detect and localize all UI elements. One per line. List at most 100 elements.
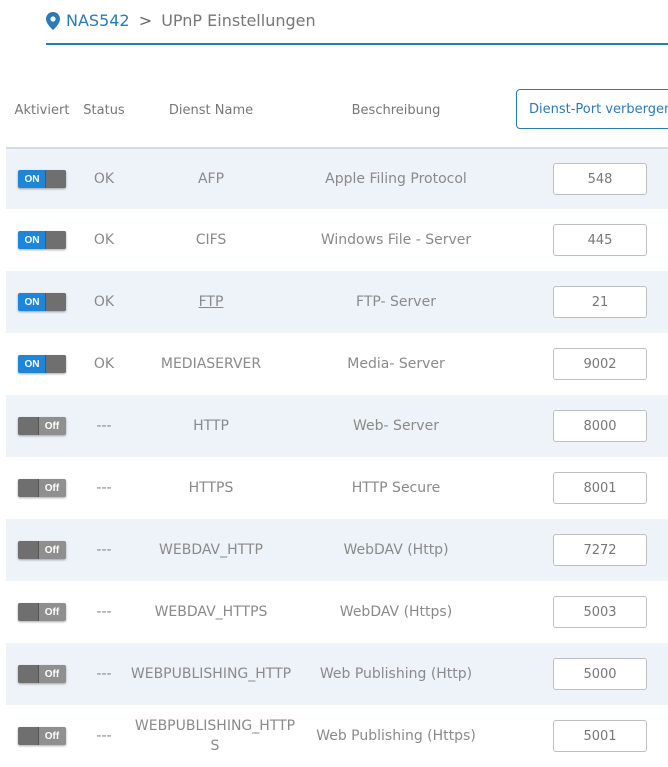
table-row: Off --- WEBPUBLISHING_HTTPS Web Publishing … — [6, 705, 668, 767]
service-description: Web- Server — [353, 418, 439, 434]
port-input[interactable]: 8001 — [553, 472, 647, 504]
table-row: ON OK FTP FTP- Server 21 — [6, 271, 668, 333]
table-row: Off --- WEBPUBLISHING_HTTP Web Publishing (… — [6, 643, 668, 705]
toggle-label: Off — [44, 420, 60, 432]
service-name[interactable]: FTP — [130, 271, 292, 333]
table-row: ON OK MEDIASERVER Media- Server 9002 — [6, 333, 668, 395]
toggle-label: Off — [44, 730, 60, 742]
table-row: Off --- HTTPS HTTP Secure 8001 — [6, 457, 668, 519]
port-input[interactable]: 21 — [553, 286, 647, 318]
toggle-knob — [18, 603, 39, 621]
service-name: HTTPS — [188, 480, 234, 496]
status-text: OK — [93, 356, 115, 372]
enabled-cell: Off — [6, 643, 78, 705]
breadcrumb-separator: > — [138, 11, 153, 30]
column-header-status: Status — [83, 102, 125, 118]
service-toggle[interactable]: Off — [18, 603, 66, 621]
status-text: --- — [96, 728, 112, 744]
toggle-label: ON — [24, 296, 40, 308]
service-description: HTTP Secure — [351, 480, 441, 496]
table-row: Off --- WEBDAV_HTTPS WebDAV (Https) 5003 — [6, 581, 668, 643]
status-text: --- — [96, 666, 112, 682]
service-toggle[interactable]: Off — [18, 541, 66, 559]
port-input[interactable]: 9002 — [553, 348, 647, 380]
status-text: OK — [93, 171, 115, 187]
toggle-knob — [18, 417, 39, 435]
port-cell: 21 — [553, 271, 647, 333]
service-description: FTP- Server — [356, 294, 436, 310]
service-description: WebDAV (Http) — [343, 542, 449, 558]
port-input[interactable]: 5003 — [553, 596, 647, 628]
service-toggle[interactable]: Off — [18, 727, 66, 745]
port-cell: 8001 — [553, 457, 647, 519]
enabled-cell: Off — [6, 705, 78, 767]
service-name: AFP — [197, 171, 225, 187]
hide-service-port-button[interactable]: Dienst-Port verbergen — [516, 89, 668, 129]
service-description: Windows File - Server — [320, 232, 472, 248]
toggle-label: Off — [44, 482, 60, 494]
table-row: Off --- HTTP Web- Server 8000 — [6, 395, 668, 457]
status-text: --- — [96, 604, 112, 620]
service-toggle[interactable]: ON — [18, 231, 66, 249]
status-text: --- — [96, 418, 112, 434]
port-input[interactable]: 8000 — [553, 410, 647, 442]
toggle-label: ON — [24, 173, 40, 185]
toggle-label: ON — [24, 234, 40, 246]
status-text: OK — [93, 294, 115, 310]
status-text: OK — [93, 232, 115, 248]
enabled-cell: Off — [6, 457, 78, 519]
location-pin-icon — [46, 11, 60, 30]
toggle-knob — [45, 293, 66, 311]
service-description: WebDAV (Https) — [339, 604, 453, 620]
service-toggle[interactable]: Off — [18, 417, 66, 435]
enabled-cell: ON — [6, 333, 78, 395]
service-toggle[interactable]: Off — [18, 665, 66, 683]
enabled-cell: ON — [6, 149, 78, 209]
toggle-knob — [45, 231, 66, 249]
toggle-label: Off — [44, 544, 60, 556]
port-cell: 5003 — [553, 581, 647, 643]
service-name: WEBPUBLISHING_HTTP — [130, 666, 292, 682]
service-name: CIFS — [195, 232, 227, 248]
service-name: HTTP — [193, 418, 229, 434]
breadcrumb: NAS542 > UPnP Einstellungen — [46, 10, 668, 45]
toggle-label: ON — [24, 358, 40, 370]
toggle-knob — [45, 355, 66, 373]
toggle-knob — [18, 479, 39, 497]
toggle-knob — [45, 170, 66, 188]
port-input[interactable]: 7272 — [553, 534, 647, 566]
service-description: Web Publishing (Https) — [316, 728, 476, 744]
column-header-enabled: Aktiviert — [14, 102, 70, 118]
port-cell: 548 — [553, 149, 647, 209]
enabled-cell: Off — [6, 519, 78, 581]
page-title: UPnP Einstellungen — [161, 11, 316, 30]
port-cell: 5000 — [553, 643, 647, 705]
port-cell: 8000 — [553, 395, 647, 457]
status-text: --- — [96, 542, 112, 558]
toggle-label: Off — [44, 606, 60, 618]
table-row: ON OK AFP Apple Filing Protocol 548 — [6, 147, 668, 209]
port-cell: 7272 — [553, 519, 647, 581]
service-toggle[interactable]: ON — [18, 293, 66, 311]
toggle-knob — [18, 665, 39, 683]
service-toggle[interactable]: Off — [18, 479, 66, 497]
column-header-description: Beschreibung — [351, 102, 441, 118]
port-input[interactable]: 5001 — [553, 720, 647, 752]
service-toggle[interactable]: ON — [18, 355, 66, 373]
breadcrumb-root-link[interactable]: NAS542 — [66, 11, 130, 30]
service-name: WEBDAV_HTTP — [159, 542, 263, 558]
service-toggle[interactable]: ON — [18, 170, 66, 188]
column-header-service-name: Dienst Name — [168, 102, 254, 118]
service-name: MEDIASERVER — [160, 356, 262, 372]
port-cell: 9002 — [553, 333, 647, 395]
port-input[interactable]: 5000 — [553, 658, 647, 690]
service-name: WEBPUBLISHING_HTTPS — [134, 718, 296, 754]
port-input[interactable]: 445 — [553, 224, 647, 256]
enabled-cell: ON — [6, 271, 78, 333]
table-row: ON OK CIFS Windows File - Server 445 — [6, 209, 668, 271]
enabled-cell: ON — [6, 209, 78, 271]
port-input[interactable]: 548 — [553, 163, 647, 195]
enabled-cell: Off — [6, 581, 78, 643]
port-cell: 5001 — [553, 705, 647, 767]
toggle-knob — [18, 727, 39, 745]
